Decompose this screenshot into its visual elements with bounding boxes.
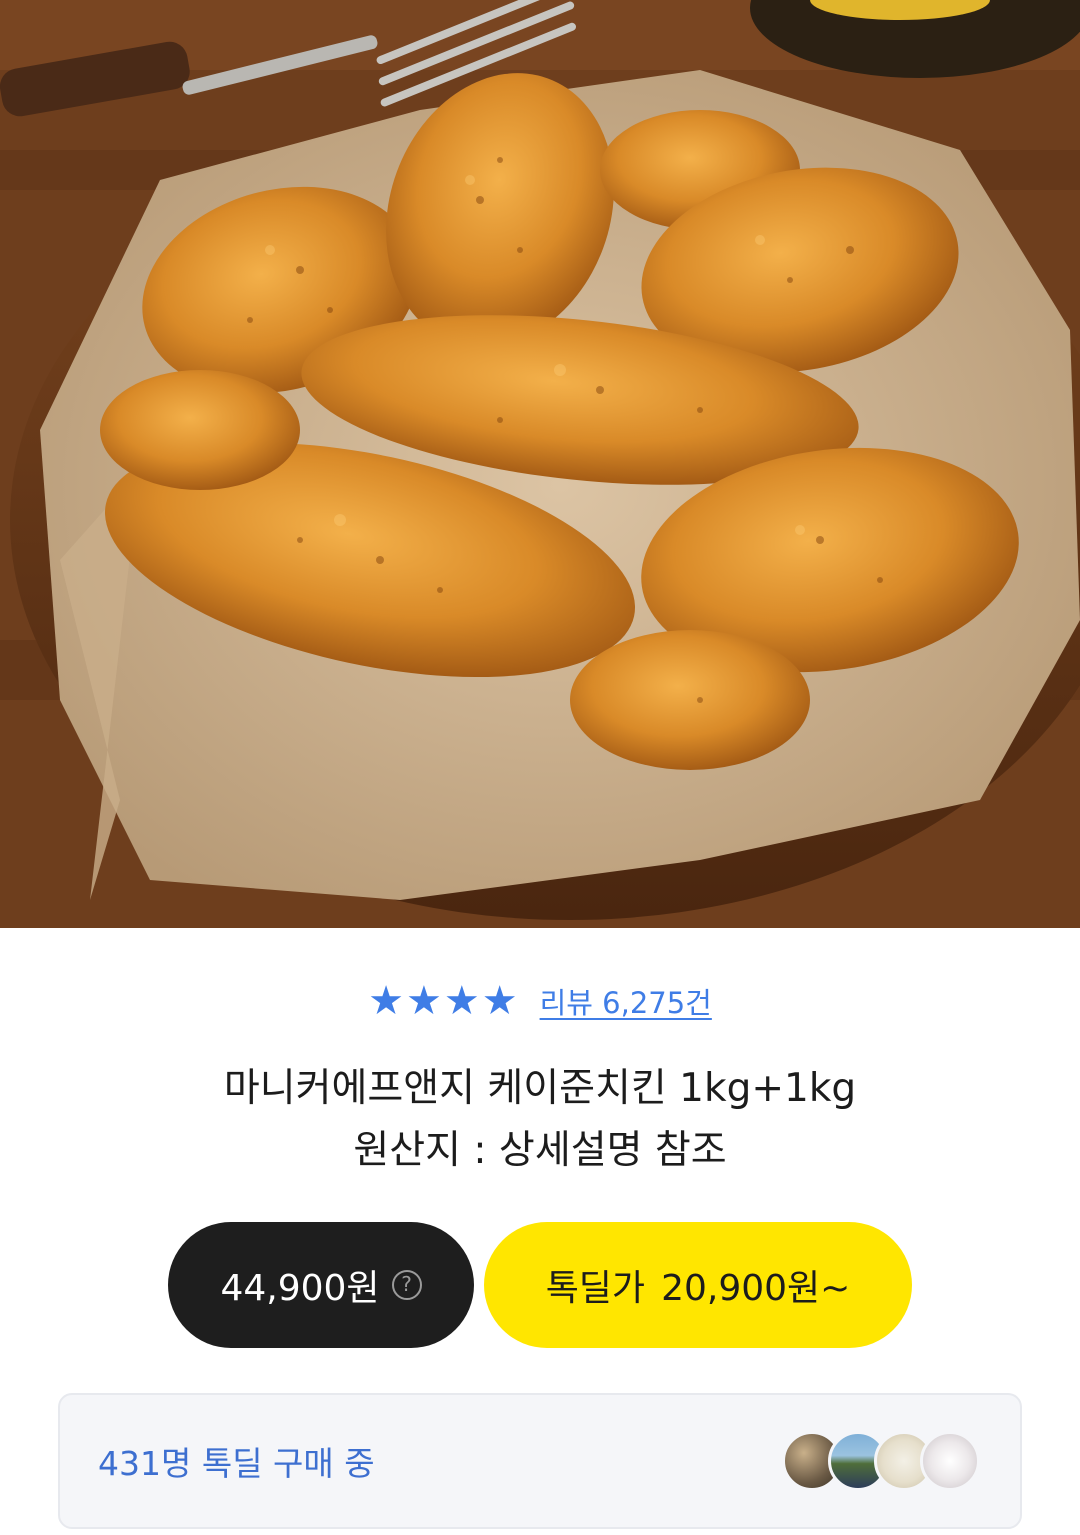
product-name: 마니커에프앤지 케이준치킨 1kg+1kg [223,1066,857,1111]
fried-chicken-photo [0,0,1080,928]
buyers-count-text: 431명 톡딜 구매 중 [98,1444,375,1483]
buyers-card[interactable]: 431명 톡딜 구매 중 [58,1393,1022,1529]
review-count-link[interactable]: 리뷰 6,275건 [540,980,712,1022]
deal-label: 톡딜가 [545,1268,646,1309]
star-icon: ★ [406,978,442,1024]
help-icon[interactable]: ? [391,1270,422,1300]
original-price: 44,900원 [220,1268,380,1309]
star-icon: ★ [368,978,404,1024]
star-rating: ★ ★ ★ ★ [368,976,517,1026]
deal-price: 20,900원~ [661,1268,851,1309]
product-title: 마니커에프앤지 케이준치킨 1kg+1kg 원산지 : 상세설명 참조 [0,1058,1080,1182]
product-image[interactable] [0,0,1080,928]
original-price-button[interactable]: 44,900원 ? [168,1222,474,1348]
buyer-avatars [782,1431,980,1491]
origin-info: 원산지 : 상세설명 참조 [353,1128,727,1173]
rating-row: ★ ★ ★ ★ 리뷰 6,275건 [0,976,1080,1026]
star-icon: ★ [443,978,480,1024]
deal-price-button[interactable]: 톡딜가 20,900원~ [484,1222,912,1348]
buyer-avatar [920,1431,980,1491]
star-icon: ★ [481,978,518,1024]
